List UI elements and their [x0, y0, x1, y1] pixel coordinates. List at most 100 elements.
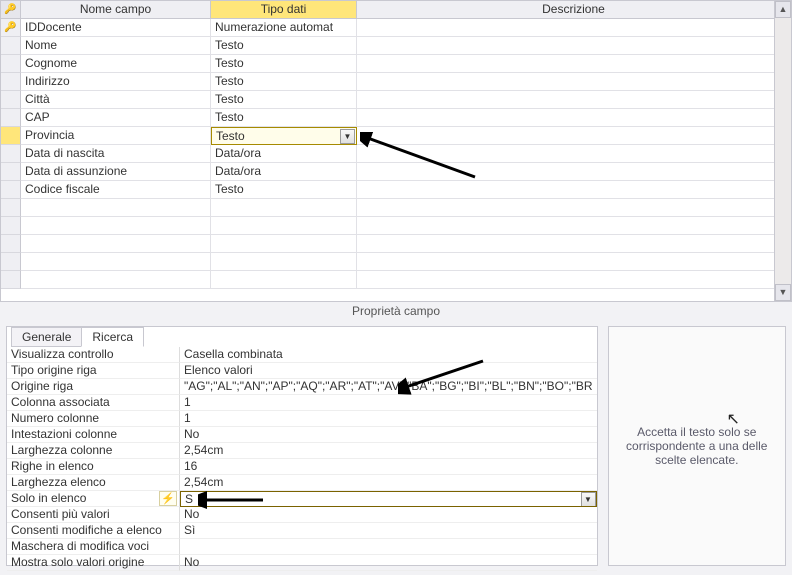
- property-dropdown-button[interactable]: ▼: [581, 492, 596, 507]
- data-type-cell[interactable]: [211, 253, 357, 271]
- field-name-cell[interactable]: Cognome: [21, 55, 211, 73]
- description-cell[interactable]: [357, 37, 791, 55]
- row-selector-header[interactable]: 🔑: [1, 1, 21, 19]
- description-cell[interactable]: [357, 73, 791, 91]
- property-value[interactable]: "AG";"AL";"AN";"AP";"AQ";"AR";"AT";"AV";…: [180, 379, 597, 395]
- row-selector[interactable]: [1, 181, 21, 199]
- row-selector[interactable]: [1, 235, 21, 253]
- field-name-cell[interactable]: Nome: [21, 37, 211, 55]
- data-type-cell[interactable]: [211, 235, 357, 253]
- description-cell[interactable]: [357, 163, 791, 181]
- description-cell[interactable]: [357, 109, 791, 127]
- table-row[interactable]: [1, 271, 791, 289]
- table-row[interactable]: IndirizzoTesto: [1, 73, 791, 91]
- description-cell[interactable]: [357, 271, 791, 289]
- row-selector[interactable]: [1, 253, 21, 271]
- property-row[interactable]: Visualizza controlloCasella combinata: [7, 347, 597, 363]
- field-name-cell[interactable]: [21, 217, 211, 235]
- data-type-cell[interactable]: Testo: [211, 91, 357, 109]
- data-type-cell[interactable]: Data/ora: [211, 145, 357, 163]
- field-name-cell[interactable]: [21, 253, 211, 271]
- table-row[interactable]: ProvinciaTesto▼: [1, 127, 791, 145]
- table-row[interactable]: 🔑IDDocenteNumerazione automat: [1, 19, 791, 37]
- column-header-data-type[interactable]: Tipo dati: [211, 1, 357, 19]
- row-selector[interactable]: [1, 109, 21, 127]
- table-row[interactable]: [1, 253, 791, 271]
- field-name-cell[interactable]: CAP: [21, 109, 211, 127]
- row-selector[interactable]: [1, 163, 21, 181]
- property-row[interactable]: Maschera di modifica voci: [7, 539, 597, 555]
- property-row[interactable]: Solo in elenco⚡S▼: [7, 491, 597, 507]
- data-type-cell[interactable]: Testo: [211, 55, 357, 73]
- field-name-cell[interactable]: Codice fiscale: [21, 181, 211, 199]
- description-cell[interactable]: [357, 19, 791, 37]
- data-type-dropdown-button[interactable]: ▼: [340, 129, 355, 144]
- row-selector[interactable]: [1, 145, 21, 163]
- table-row[interactable]: [1, 199, 791, 217]
- data-type-cell[interactable]: Testo: [211, 109, 357, 127]
- table-row[interactable]: Data di nascitaData/ora: [1, 145, 791, 163]
- scroll-down-button[interactable]: ▼: [775, 284, 791, 301]
- table-row[interactable]: NomeTesto: [1, 37, 791, 55]
- description-cell[interactable]: [357, 55, 791, 73]
- description-cell[interactable]: [357, 127, 791, 145]
- description-cell[interactable]: [357, 199, 791, 217]
- property-value[interactable]: 2,54cm: [180, 443, 597, 459]
- property-value[interactable]: S▼: [180, 491, 597, 507]
- table-row[interactable]: Data di assunzioneData/ora: [1, 163, 791, 181]
- row-selector[interactable]: [1, 127, 21, 145]
- property-value[interactable]: 1: [180, 411, 597, 427]
- description-cell[interactable]: [357, 217, 791, 235]
- table-row[interactable]: CittàTesto: [1, 91, 791, 109]
- row-selector[interactable]: [1, 37, 21, 55]
- property-row[interactable]: Origine riga"AG";"AL";"AN";"AP";"AQ";"AR…: [7, 379, 597, 395]
- field-name-cell[interactable]: Indirizzo: [21, 73, 211, 91]
- data-type-cell[interactable]: [211, 199, 357, 217]
- row-selector[interactable]: [1, 91, 21, 109]
- property-row[interactable]: Consenti modifiche a elencoSì: [7, 523, 597, 539]
- field-name-cell[interactable]: Città: [21, 91, 211, 109]
- property-value[interactable]: Casella combinata: [180, 347, 597, 363]
- tab-lookup[interactable]: Ricerca: [81, 327, 144, 347]
- description-cell[interactable]: [357, 91, 791, 109]
- property-value[interactable]: No: [180, 555, 597, 571]
- data-type-cell[interactable]: Numerazione automat: [211, 19, 357, 37]
- property-value[interactable]: No: [180, 507, 597, 523]
- row-selector[interactable]: [1, 55, 21, 73]
- field-name-cell[interactable]: [21, 235, 211, 253]
- description-cell[interactable]: [357, 181, 791, 199]
- table-row[interactable]: CognomeTesto: [1, 55, 791, 73]
- property-row[interactable]: Larghezza elenco2,54cm: [7, 475, 597, 491]
- row-selector[interactable]: [1, 199, 21, 217]
- property-row[interactable]: Righe in elenco16: [7, 459, 597, 475]
- property-row[interactable]: Colonna associata1: [7, 395, 597, 411]
- row-selector[interactable]: [1, 271, 21, 289]
- table-row[interactable]: [1, 217, 791, 235]
- table-row[interactable]: CAPTesto: [1, 109, 791, 127]
- data-type-cell[interactable]: Testo▼: [211, 127, 357, 145]
- data-type-cell[interactable]: [211, 271, 357, 289]
- row-selector[interactable]: [1, 217, 21, 235]
- field-name-cell[interactable]: Data di assunzione: [21, 163, 211, 181]
- field-name-cell[interactable]: Provincia: [21, 127, 211, 145]
- table-row[interactable]: [1, 235, 791, 253]
- data-type-cell[interactable]: Testo: [211, 37, 357, 55]
- property-row[interactable]: Mostra solo valori origineNo: [7, 555, 597, 571]
- field-name-cell[interactable]: [21, 199, 211, 217]
- column-header-description[interactable]: Descrizione: [357, 1, 791, 19]
- property-value[interactable]: No: [180, 427, 597, 443]
- tab-general[interactable]: Generale: [11, 327, 82, 347]
- field-name-cell[interactable]: [21, 271, 211, 289]
- row-selector[interactable]: 🔑: [1, 19, 21, 37]
- data-type-cell[interactable]: Testo: [211, 181, 357, 199]
- property-value[interactable]: Elenco valori: [180, 363, 597, 379]
- property-row[interactable]: Consenti più valoriNo: [7, 507, 597, 523]
- property-row[interactable]: Intestazioni colonneNo: [7, 427, 597, 443]
- data-type-cell[interactable]: [211, 217, 357, 235]
- table-row[interactable]: Codice fiscaleTesto: [1, 181, 791, 199]
- description-cell[interactable]: [357, 253, 791, 271]
- vertical-scrollbar[interactable]: ▲ ▼: [774, 1, 791, 301]
- data-type-cell[interactable]: Testo: [211, 73, 357, 91]
- column-header-field-name[interactable]: Nome campo: [21, 1, 211, 19]
- row-selector[interactable]: [1, 73, 21, 91]
